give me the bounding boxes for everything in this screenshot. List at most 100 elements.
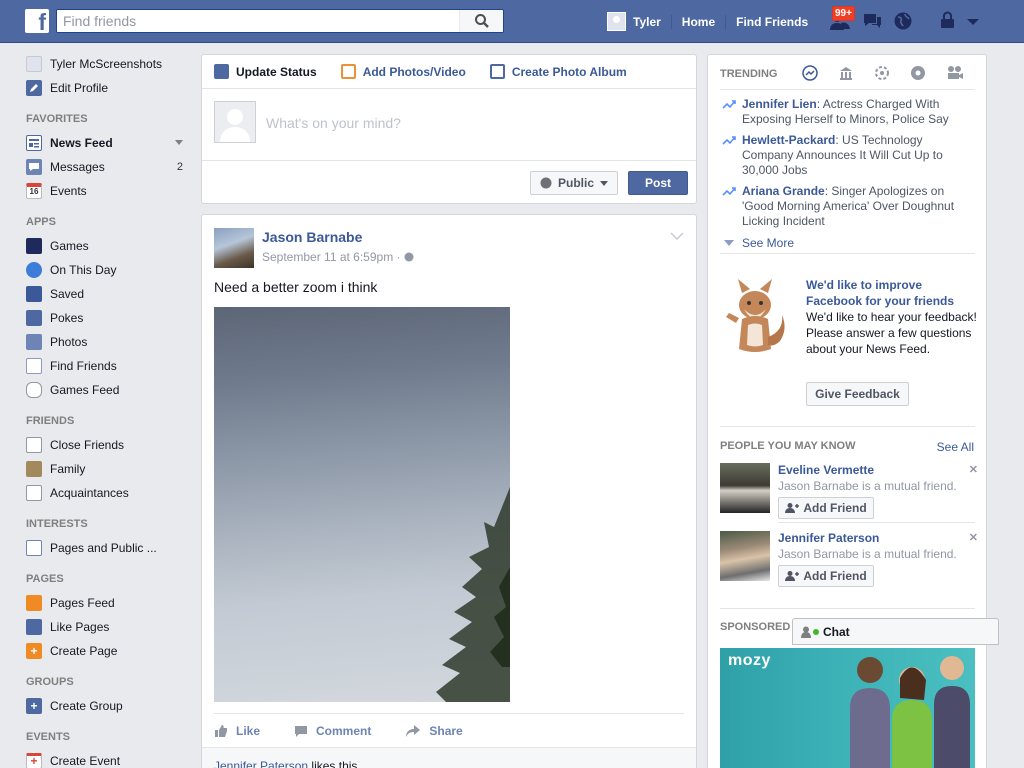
sidebar-item-events[interactable]: 16 Events xyxy=(26,179,191,203)
search-button[interactable] xyxy=(459,10,503,32)
chevron-down-icon[interactable] xyxy=(175,140,183,145)
calendar-icon: 16 xyxy=(26,183,42,199)
chevron-down-icon[interactable] xyxy=(670,231,684,241)
feed-story: Jason Barnabe September 11 at 6:59pm · N… xyxy=(201,214,697,768)
liker-link[interactable]: Jennifer Paterson xyxy=(214,759,308,768)
search-input[interactable] xyxy=(57,10,457,32)
sidebar-item-messages[interactable]: Messages 2 xyxy=(26,155,191,179)
chat-bar[interactable]: Chat xyxy=(792,618,999,645)
trending-topic: Hewlett-Packard xyxy=(742,133,836,147)
author-name[interactable]: Jason Barnabe xyxy=(262,229,362,245)
sidebar-item-games[interactable]: Games xyxy=(26,234,191,258)
section-title-pages: PAGES xyxy=(26,573,64,585)
audience-selector[interactable]: Public xyxy=(530,171,618,195)
sponsored-ad-image[interactable]: mozy xyxy=(720,648,975,768)
sidebar-item-label: Pages Feed xyxy=(50,596,115,610)
chevron-down-icon[interactable] xyxy=(965,11,981,31)
story-timestamp[interactable]: September 11 at 6:59pm · xyxy=(262,250,414,264)
chevron-down-icon xyxy=(600,180,608,186)
profile-link[interactable]: Tyler xyxy=(607,12,661,31)
sidebar-item-acquaintances[interactable]: Acquaintances xyxy=(26,481,191,505)
sidebar-item-label: Create Group xyxy=(50,699,123,713)
notifications-globe-icon[interactable] xyxy=(892,11,914,31)
sidebar-item-pages-feed[interactable]: Pages Feed xyxy=(26,591,191,615)
trending-arrow-icon xyxy=(722,100,736,109)
give-feedback-button[interactable]: Give Feedback xyxy=(806,382,909,406)
add-friend-button[interactable]: Add Friend xyxy=(778,565,874,587)
clock-icon xyxy=(26,262,42,278)
sports-icon[interactable] xyxy=(910,65,926,81)
entertainment-icon[interactable] xyxy=(946,65,964,81)
sidebar-item-family[interactable]: Family xyxy=(26,457,191,481)
share-button[interactable]: Share xyxy=(405,724,463,738)
facebook-logo-icon[interactable]: f xyxy=(25,9,49,33)
sidebar-item-find-friends[interactable]: Find Friends xyxy=(26,354,191,378)
sidebar-item-profile[interactable]: Tyler McScreenshots xyxy=(26,52,191,76)
tab-create-album[interactable]: Create Photo Album xyxy=(489,64,627,79)
thumbs-up-icon xyxy=(215,724,227,737)
feedback-title[interactable]: We'd like to improve Facebook for your f… xyxy=(806,277,976,309)
like-button[interactable]: Like xyxy=(214,724,260,738)
trending-item[interactable]: Ariana Grande: Singer Apologizes on 'Goo… xyxy=(720,184,975,229)
sidebar-item-photos[interactable]: Photos xyxy=(26,330,191,354)
author-avatar[interactable] xyxy=(214,228,254,268)
globe-icon xyxy=(404,252,414,262)
messages-icon[interactable] xyxy=(861,11,883,31)
person-name[interactable]: Jennifer Paterson xyxy=(778,531,879,545)
trending-item[interactable]: Hewlett-Packard: US Technology Company A… xyxy=(720,133,975,178)
sidebar-item-like-pages[interactable]: Like Pages xyxy=(26,615,191,639)
sidebar-item-news-feed[interactable]: News Feed xyxy=(26,131,191,155)
sidebar-item-saved[interactable]: Saved xyxy=(26,282,191,306)
pymk-title: PEOPLE YOU MAY KNOW xyxy=(720,440,856,452)
like-label: Like xyxy=(236,723,261,738)
see-all-link[interactable]: See All xyxy=(937,440,974,454)
tab-add-photos[interactable]: Add Photos/Video xyxy=(340,64,466,79)
chat-label: Chat xyxy=(823,624,850,639)
mutual-friends: Jason Barnabe is a mutual friend. xyxy=(778,479,957,493)
sidebar-item-edit-profile[interactable]: Edit Profile xyxy=(26,76,191,100)
divider xyxy=(720,89,975,90)
sidebar-item-label: On This Day xyxy=(50,263,117,277)
home-link[interactable]: Home xyxy=(682,15,715,29)
tab-update-status[interactable]: Update Status xyxy=(214,64,317,79)
sidebar-item-create-event[interactable]: + Create Event xyxy=(26,749,191,768)
find-friends-link[interactable]: Find Friends xyxy=(736,15,808,29)
mutual-friends: Jason Barnabe is a mutual friend. xyxy=(778,547,957,561)
see-more-link[interactable]: See More xyxy=(724,236,794,250)
politics-icon[interactable] xyxy=(838,65,854,81)
sidebar-item-games-feed[interactable]: Games Feed xyxy=(26,378,191,402)
person-photo[interactable] xyxy=(720,463,770,513)
avatar xyxy=(607,12,626,31)
sidebar-item-label: Games Feed xyxy=(50,383,120,397)
comment-button[interactable]: Comment xyxy=(294,724,371,738)
news-feed-icon xyxy=(26,135,42,151)
sidebar-item-on-this-day[interactable]: On This Day xyxy=(26,258,191,282)
status-input[interactable] xyxy=(266,115,666,131)
add-friend-label: Add Friend xyxy=(803,569,867,583)
tab-label: Update Status xyxy=(236,64,317,79)
sidebar-item-label: News Feed xyxy=(50,136,113,150)
story-photo[interactable] xyxy=(214,307,510,702)
add-friend-button[interactable]: Add Friend xyxy=(778,497,874,519)
person-name[interactable]: Eveline Vermette xyxy=(778,463,874,477)
sidebar-item-create-page[interactable]: + Create Page xyxy=(26,639,191,663)
post-button[interactable]: Post xyxy=(628,171,688,195)
trending-arrow-icon[interactable] xyxy=(802,65,818,81)
sidebar-item-pages-public[interactable]: Pages and Public ... xyxy=(26,536,191,560)
person-photo[interactable] xyxy=(720,531,770,581)
friend-requests-badge: 99+ xyxy=(832,6,855,21)
trending-item[interactable]: Jennifer Lien: Actress Charged With Expo… xyxy=(720,97,975,127)
sidebar-item-close-friends[interactable]: Close Friends xyxy=(26,433,191,457)
science-icon[interactable] xyxy=(874,65,890,81)
trending-category-tabs xyxy=(802,65,964,81)
close-icon[interactable]: ✕ xyxy=(969,531,978,544)
close-icon[interactable]: ✕ xyxy=(969,463,978,476)
fox-mascot-icon xyxy=(726,279,785,352)
likes-suffix: likes this. xyxy=(311,759,361,768)
sidebar-item-create-group[interactable]: + Create Group xyxy=(26,694,191,718)
privacy-lock-icon[interactable] xyxy=(937,11,959,31)
sidebar-item-label: Find Friends xyxy=(50,359,117,373)
sidebar-item-pokes[interactable]: Pokes xyxy=(26,306,191,330)
camera-icon xyxy=(340,64,356,79)
section-title-favorites: FAVORITES xyxy=(26,113,88,125)
